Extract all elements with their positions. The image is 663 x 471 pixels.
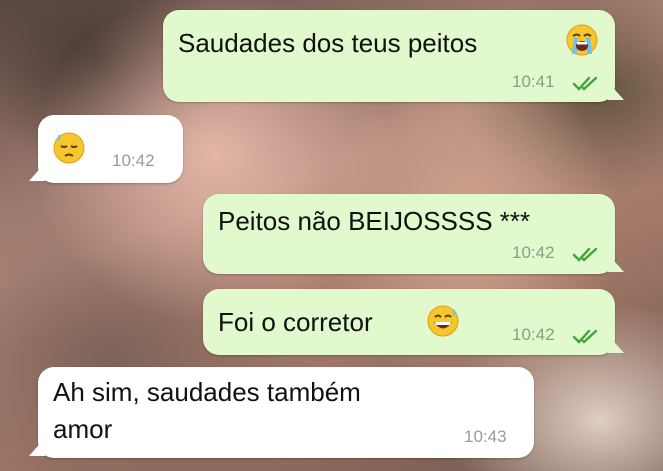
message-time: 10:42 (512, 243, 555, 262)
message-text: Peitos não BEIJOSSSS *** (218, 206, 531, 236)
read-receipt-double-check-icon (572, 76, 598, 91)
message-time: 10:42 (512, 325, 555, 344)
message-bubble-outgoing[interactable]: Peitos não BEIJOSSSS *** 10:42 (203, 194, 624, 274)
message-time: 10:43 (464, 427, 507, 446)
read-receipt-double-check-icon (572, 247, 598, 262)
downcast-face-with-sweat-icon (53, 132, 85, 164)
read-receipt-double-check-icon (572, 329, 598, 344)
message-text: Ah sim, saudades também (53, 377, 361, 407)
message-text-line-2: amor (53, 414, 113, 444)
grinning-face-with-sweat-icon (427, 305, 459, 337)
message-time: 10:42 (112, 151, 155, 170)
message-bubble-outgoing[interactable]: Saudades dos teus peitos 10:41 (163, 10, 624, 102)
message-bubble-incoming[interactable]: Ah sim, saudades também amor 10:43 (29, 367, 534, 458)
message-bubble-outgoing[interactable]: Foi o corretor 10:42 (203, 289, 624, 355)
message-bubble-incoming[interactable]: 10:42 (29, 115, 183, 183)
loudly-crying-face-icon (566, 24, 598, 56)
message-text: Saudades dos teus peitos (178, 28, 478, 58)
message-text: Foi o corretor (218, 307, 373, 337)
message-time: 10:41 (512, 72, 555, 91)
